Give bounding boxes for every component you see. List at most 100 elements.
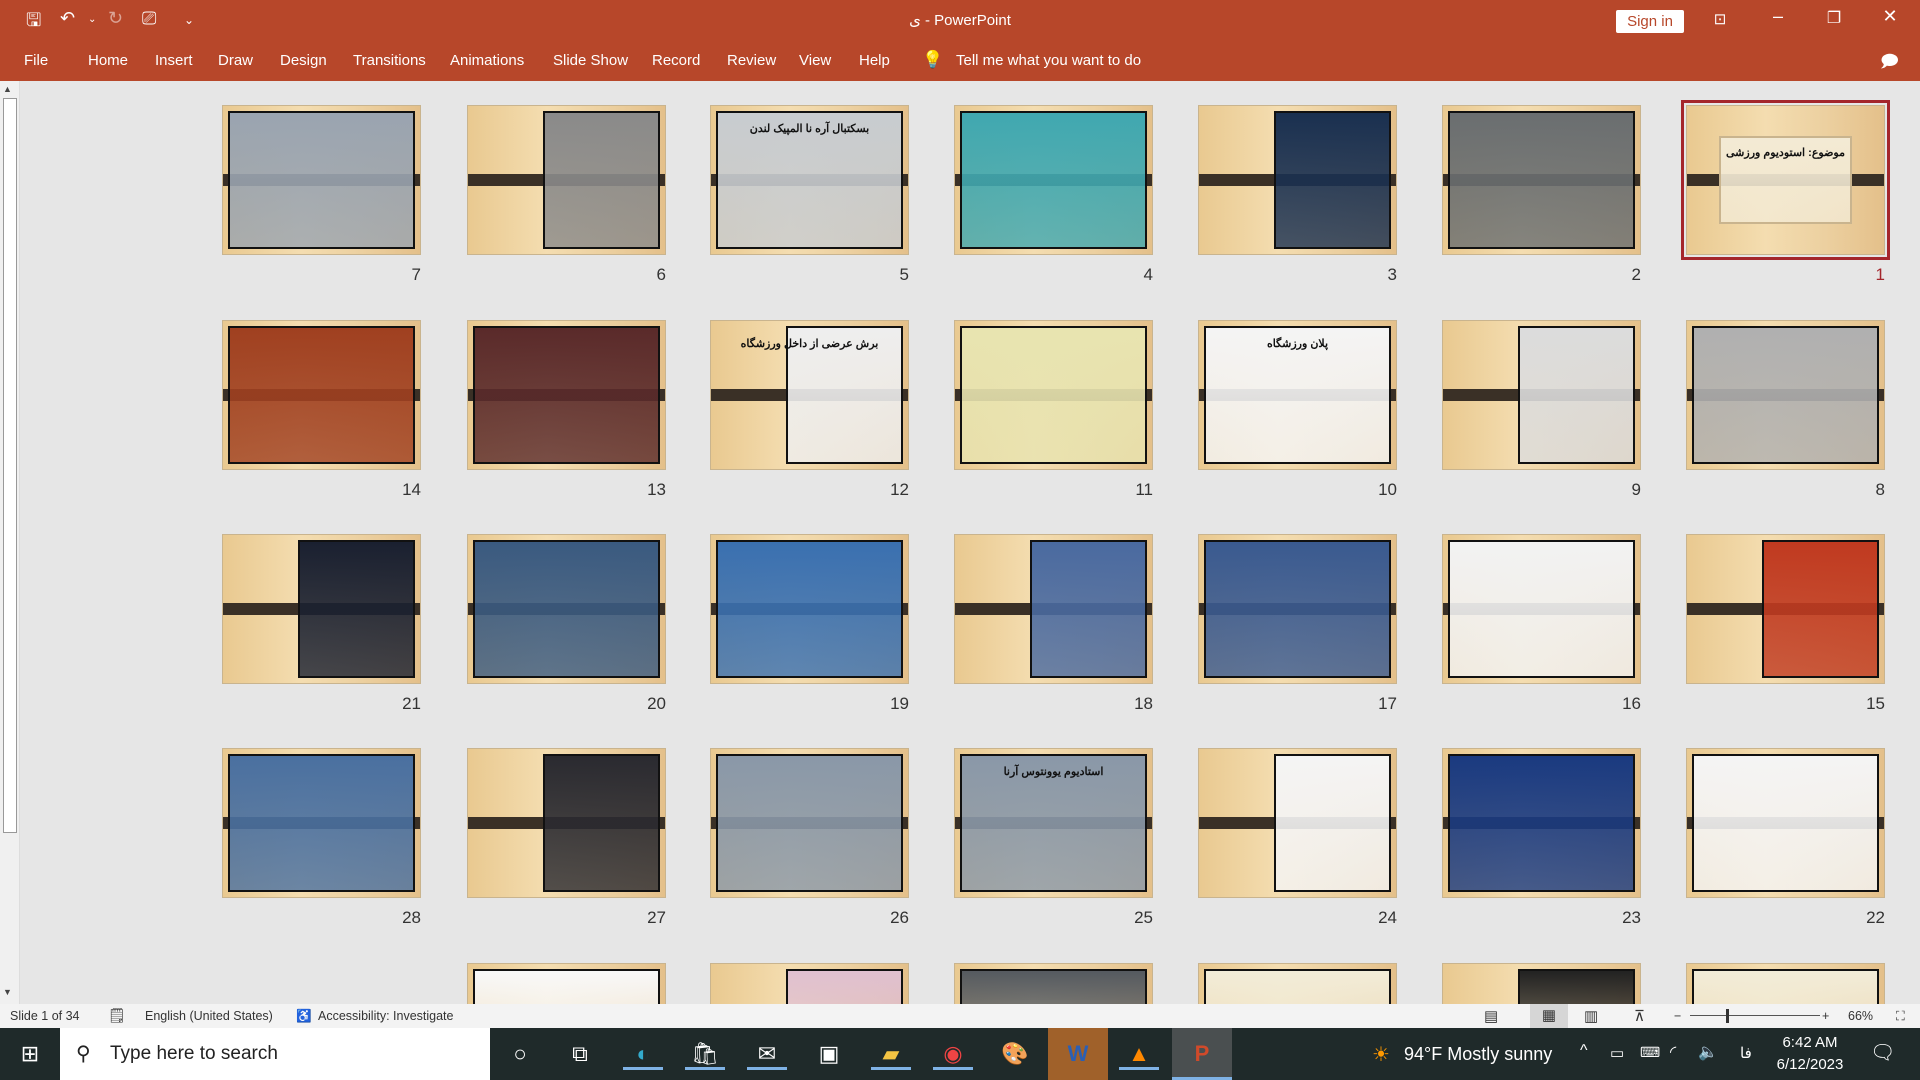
windows-start-icon[interactable]: ⊞: [10, 1038, 50, 1070]
tab-design[interactable]: Design: [280, 52, 327, 69]
ribbon-display-icon[interactable]: ⊡: [1700, 10, 1740, 28]
edge-icon[interactable]: ◐: [623, 1038, 663, 1070]
slide-thumbnail[interactable]: [222, 105, 421, 255]
zoom-in-icon[interactable]: +: [1822, 1009, 1829, 1023]
tab-view[interactable]: View: [799, 52, 831, 69]
slide-thumbnail[interactable]: [1442, 534, 1641, 684]
weather-status[interactable]: 94°F Mostly sunny: [1404, 1044, 1552, 1065]
slide-thumbnail[interactable]: [710, 748, 909, 898]
slide-thumbnail[interactable]: [467, 105, 666, 255]
tab-record[interactable]: Record: [652, 52, 700, 69]
scroll-down-icon[interactable]: ▼: [3, 987, 12, 997]
tab-animations[interactable]: Animations: [450, 52, 524, 69]
chrome-icon[interactable]: ◉: [933, 1038, 973, 1070]
zoom-level[interactable]: 66%: [1848, 1009, 1873, 1023]
slide-thumbnail[interactable]: [222, 534, 421, 684]
slide-thumbnail[interactable]: [1198, 534, 1397, 684]
scrollbar-thumb[interactable]: [3, 98, 17, 833]
slide-thumbnail[interactable]: [710, 963, 909, 1004]
task-view-icon[interactable]: ⧉: [560, 1038, 600, 1070]
fit-to-window-icon[interactable]: ⛶: [1896, 1009, 1905, 1024]
photos-icon[interactable]: ▣: [809, 1038, 849, 1070]
slide-thumbnail[interactable]: [1198, 748, 1397, 898]
accessibility-status[interactable]: Accessibility: Investigate: [318, 1009, 453, 1023]
slide-thumbnail[interactable]: پلان ورزشگاه: [1198, 320, 1397, 470]
zoom-out-icon[interactable]: −: [1674, 1009, 1681, 1023]
slide-thumbnail[interactable]: [710, 534, 909, 684]
slide-thumbnail[interactable]: [1686, 963, 1885, 1004]
slide-thumbnail[interactable]: [954, 963, 1153, 1004]
tell-me-search[interactable]: Tell me what you want to do: [956, 52, 1141, 69]
accessibility-icon[interactable]: ♿: [296, 1009, 312, 1024]
slide-thumbnail[interactable]: [1686, 534, 1885, 684]
slide-thumbnail[interactable]: [954, 534, 1153, 684]
tab-home[interactable]: Home: [88, 52, 128, 69]
reading-view-icon[interactable]: ▥: [1584, 1007, 1598, 1025]
tab-review[interactable]: Review: [727, 52, 776, 69]
slide-thumbnail[interactable]: [954, 105, 1153, 255]
input-icon[interactable]: ⌨: [1640, 1044, 1660, 1061]
vlc-icon[interactable]: ▲: [1119, 1038, 1159, 1070]
slide-thumbnail[interactable]: [954, 320, 1153, 470]
slide-thumbnail[interactable]: [222, 320, 421, 470]
file-explorer-icon[interactable]: ▰: [871, 1038, 911, 1070]
paint-icon[interactable]: 🎨: [995, 1038, 1035, 1070]
wifi-icon[interactable]: ◜: [1670, 1042, 1676, 1062]
notifications-icon[interactable]: 🗨: [1870, 1040, 1895, 1065]
language-status[interactable]: English (United States): [145, 1009, 273, 1023]
meet-icon[interactable]: ▭: [1610, 1044, 1624, 1062]
powerpoint-icon[interactable]: P: [1172, 1028, 1232, 1080]
zoom-slider-handle[interactable]: [1726, 1009, 1729, 1023]
slide-thumbnail[interactable]: [467, 963, 666, 1004]
slide-thumbnail[interactable]: [1198, 963, 1397, 1004]
minimize-icon[interactable]: –: [1758, 6, 1798, 27]
vertical-scrollbar[interactable]: ▲ ▼: [0, 81, 20, 1004]
clock-date[interactable]: 6/12/2023: [1770, 1056, 1850, 1073]
slide-image: [1692, 969, 1879, 1004]
slide-thumbnail[interactable]: [1442, 748, 1641, 898]
mail-icon[interactable]: ✉: [747, 1038, 787, 1070]
tab-file[interactable]: File: [24, 52, 48, 69]
slide-thumbnail[interactable]: [1442, 320, 1641, 470]
show-hidden-icons[interactable]: ^: [1580, 1042, 1588, 1060]
volume-icon[interactable]: 🔈: [1698, 1042, 1718, 1062]
tab-transitions[interactable]: Transitions: [353, 52, 426, 69]
scroll-up-icon[interactable]: ▲: [3, 84, 12, 94]
slide-thumbnail[interactable]: [467, 320, 666, 470]
slide-thumbnail[interactable]: [1442, 963, 1641, 1004]
slideshow-view-icon[interactable]: ⊼: [1634, 1007, 1645, 1025]
clock-time[interactable]: 6:42 AM: [1770, 1034, 1850, 1051]
store-icon[interactable]: 🛍: [685, 1038, 725, 1070]
slide-thumbnail[interactable]: [1686, 320, 1885, 470]
slide-thumbnail[interactable]: [467, 534, 666, 684]
slide-thumbnail[interactable]: [1442, 105, 1641, 255]
slide-thumbnail[interactable]: [1686, 748, 1885, 898]
slide-thumbnail[interactable]: موضوع: استودیوم ورزشی: [1681, 100, 1890, 260]
slide-number: 11: [1135, 480, 1153, 499]
cortana-icon[interactable]: ○: [500, 1038, 540, 1070]
slide-thumbnail[interactable]: [222, 748, 421, 898]
tab-slide-show[interactable]: Slide Show: [553, 52, 628, 69]
close-icon[interactable]: ✕: [1870, 6, 1910, 27]
language-indicator[interactable]: فا: [1740, 1044, 1752, 1062]
slide-sorter-icon[interactable]: ▦: [1530, 1004, 1568, 1028]
slide-thumbnail[interactable]: برش عرضی از داخل ورزشگاه: [710, 320, 909, 470]
weather-icon: ☀: [1372, 1044, 1390, 1066]
zoom-slider[interactable]: [1690, 1015, 1820, 1016]
notes-check-icon[interactable]: 🗒: [108, 1007, 126, 1024]
slide-number: 16: [1622, 694, 1641, 713]
tab-draw[interactable]: Draw: [218, 52, 253, 69]
tab-insert[interactable]: Insert: [155, 52, 193, 69]
slide-thumbnail[interactable]: استادیوم یوونتوس آرنا: [954, 748, 1153, 898]
slide-image: [1273, 111, 1391, 249]
slide-thumbnail[interactable]: [467, 748, 666, 898]
slide-thumbnail[interactable]: [1198, 105, 1397, 255]
taskbar-search[interactable]: ⚲ Type here to search: [60, 1028, 490, 1080]
word-icon[interactable]: W: [1048, 1028, 1108, 1080]
normal-view-icon[interactable]: ▤: [1484, 1007, 1498, 1025]
sign-in-button[interactable]: Sign in: [1616, 10, 1684, 33]
tab-help[interactable]: Help: [859, 52, 890, 69]
restore-icon[interactable]: ❐: [1814, 8, 1854, 28]
comments-icon[interactable]: 🗩: [1880, 49, 1899, 78]
slide-thumbnail[interactable]: بسکتبال آره نا المپیک لندن: [710, 105, 909, 255]
